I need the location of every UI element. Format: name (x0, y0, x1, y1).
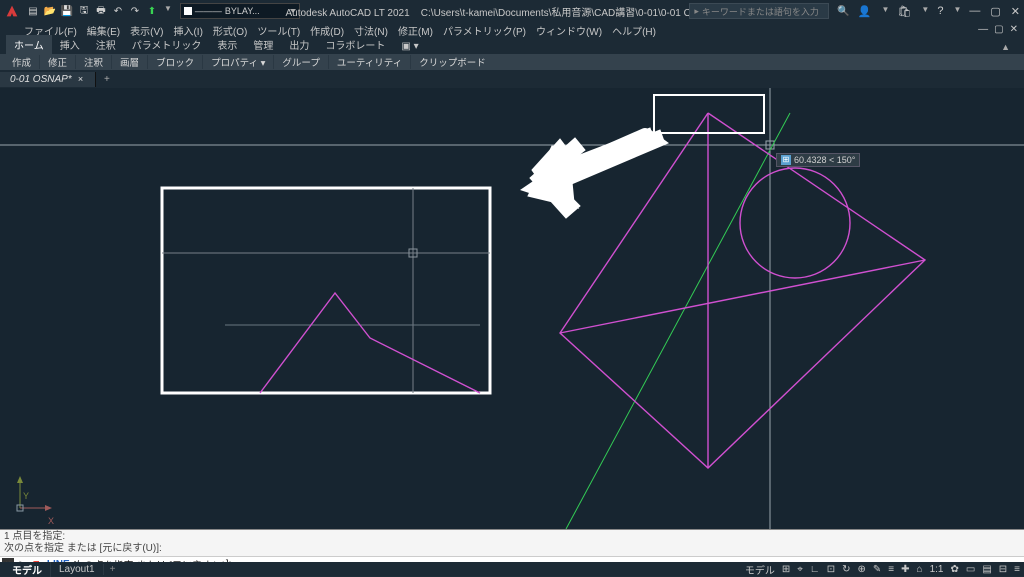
tab-view[interactable]: 表示 (209, 35, 245, 54)
layer-caret-icon (290, 9, 296, 13)
doc-tab-label: 0-01 OSNAP* (10, 74, 72, 85)
window-controls: — ▢ ✕ (969, 5, 1020, 18)
ribbon-tabs: ホーム 挿入 注釈 パラメトリック 表示 管理 出力 コラボレート ▣ ▾ ▲ (0, 38, 1024, 54)
status-qs-icon[interactable]: ⌂ (917, 564, 923, 575)
doc-tab-close-icon[interactable]: × (78, 74, 83, 84)
command-area: 1 点目を指定: 次の点を指定 または [元に戻す(U)]: × ➤ 🔻 LIN… (0, 529, 1024, 562)
ribbon-collapse-icon[interactable]: ▲ (993, 40, 1018, 54)
panel-groups[interactable]: グループ (274, 55, 328, 69)
search-icon[interactable]: 🔍 (837, 6, 849, 17)
panel-annotation[interactable]: 注釈 (76, 55, 112, 69)
status-grid-icon[interactable]: ⊞ (782, 564, 790, 575)
tab-addin-icon[interactable]: ▣ ▾ (393, 39, 426, 54)
layer-dash: ——— (195, 6, 222, 16)
panel-modify[interactable]: 修正 (40, 55, 76, 69)
status-lw-icon[interactable]: ≡ (888, 564, 894, 575)
ucs-x-label: X (48, 516, 54, 526)
doc-tab-active[interactable]: 0-01 OSNAP* × (0, 72, 96, 87)
panel-draw[interactable]: 作成 (4, 55, 40, 69)
tab-collaborate[interactable]: コラボレート (317, 35, 393, 54)
doc-minimize-button[interactable]: — (978, 24, 988, 35)
qat-saveas-icon[interactable]: 🖫 (77, 4, 91, 18)
search-placeholder: キーワードまたは語句を入力 (702, 5, 819, 18)
status-bar: モデル Layout1 + モデル ⊞ ⌖ ∟ ⊡ ↻ ⊕ ✎ ≡ ✚ ⌂ 1:… (0, 562, 1024, 576)
tab-output[interactable]: 出力 (281, 35, 317, 54)
status-model-button[interactable]: モデル (745, 562, 775, 577)
status-clean-icon[interactable]: ⊟ (999, 564, 1007, 575)
menu-window[interactable]: ウィンドウ(W) (536, 23, 602, 38)
doc-tab-add-button[interactable]: + (96, 74, 118, 85)
close-button[interactable]: ✕ (1011, 5, 1020, 18)
layer-name: BYLAY... (225, 6, 260, 16)
panel-block[interactable]: ブロック (148, 55, 203, 69)
menu-modify[interactable]: 修正(M) (398, 23, 433, 38)
status-iso-icon[interactable]: ↻ (842, 564, 850, 575)
panel-properties[interactable]: プロパティ ▾ (203, 55, 274, 69)
title-bar: ▤ 📂 💾 🖫 🖶 ↶ ↷ ⬆ ▼ ——— BYLAY... Autodesk … (0, 0, 1024, 22)
status-anno-icon[interactable]: ✎ (873, 564, 881, 575)
panel-clipboard[interactable]: クリップボード (411, 55, 494, 69)
tab-parametric[interactable]: パラメトリック (124, 35, 210, 54)
layer-dropdown[interactable]: ——— BYLAY... (180, 3, 300, 19)
search-input[interactable]: ▸ キーワードまたは語句を入力 (689, 3, 829, 19)
status-custom-icon[interactable]: ≡ (1014, 564, 1020, 575)
document-tabs: 0-01 OSNAP* × + (0, 70, 1024, 88)
signin-icon[interactable]: 👤 (858, 5, 872, 18)
tab-manage[interactable]: 管理 (245, 35, 281, 54)
status-gear-icon[interactable]: ✿ (950, 564, 958, 575)
doc-maximize-button[interactable]: ▢ (994, 24, 1003, 35)
signin-caret-icon[interactable]: ▼ (882, 5, 890, 18)
menu-parametric[interactable]: パラメトリック(P) (443, 23, 526, 38)
status-osnap-icon[interactable]: ⊕ (858, 564, 866, 575)
minimize-button[interactable]: — (969, 5, 980, 18)
status-monitor-icon[interactable]: ▤ (982, 564, 991, 575)
status-scale-button[interactable]: 1:1 (930, 564, 944, 575)
menu-help[interactable]: ヘルプ(H) (612, 23, 656, 38)
qat-dropdown-icon[interactable]: ▼ (164, 4, 172, 18)
ribbon-panels: 作成 修正 注釈 画層 ブロック プロパティ ▾ グループ ユーティリティ クリ… (0, 54, 1024, 70)
ucs-y-label: Y (23, 491, 29, 501)
qat-save-icon[interactable]: 💾 (60, 4, 74, 18)
qat-redo-icon[interactable]: ↷ (128, 4, 142, 18)
tab-home[interactable]: ホーム (6, 35, 52, 54)
status-trans-icon[interactable]: ✚ (901, 564, 909, 575)
status-ortho-icon[interactable]: ∟ (810, 564, 820, 575)
cursor-tooltip: ⊞ 60.4328 < 150° (776, 153, 860, 167)
maximize-button[interactable]: ▢ (990, 5, 1000, 18)
cmd-hist-line-1: 1 点目を指定: (4, 531, 1020, 543)
qat-new-icon[interactable]: ▤ (26, 4, 40, 18)
cmd-hist-line-2: 次の点を指定 または [元に戻す(U)]: (4, 543, 1020, 555)
status-right-icons: モデル ⊞ ⌖ ∟ ⊡ ↻ ⊕ ✎ ≡ ✚ ⌂ 1:1 ✿ ▭ ▤ ⊟ ≡ (745, 562, 1020, 577)
drawing-canvas[interactable]: ⊞ 60.4328 < 150° Y X (0, 88, 1024, 529)
status-polar-icon[interactable]: ⊡ (827, 564, 835, 575)
qat-share-icon[interactable]: ⬆ (145, 4, 159, 18)
tab-annotate[interactable]: 注釈 (88, 35, 124, 54)
qat-open-icon[interactable]: 📂 (43, 4, 57, 18)
app-logo[interactable] (4, 3, 20, 19)
quick-access-toolbar: ▤ 📂 💾 🖫 🖶 ↶ ↷ ⬆ ▼ (26, 4, 172, 18)
tab-insert[interactable]: 挿入 (52, 35, 88, 54)
panel-utilities[interactable]: ユーティリティ (329, 55, 411, 69)
layout-tab-add-button[interactable]: + (104, 564, 122, 575)
help-caret-icon[interactable]: ▼ (953, 5, 961, 18)
tooltip-icon: ⊞ (781, 155, 791, 165)
tooltip-text: 60.4328 < 150° (794, 155, 855, 165)
doc-close-button[interactable]: ✕ (1010, 24, 1018, 35)
drawing-svg (0, 88, 1024, 529)
qat-print-icon[interactable]: 🖶 (94, 4, 108, 18)
layer-swatch-icon (184, 7, 192, 15)
qat-undo-icon[interactable]: ↶ (111, 4, 125, 18)
help-icon[interactable]: ? (937, 5, 943, 18)
appstore-icon[interactable]: 🛍 (897, 5, 911, 18)
status-snap-icon[interactable]: ⌖ (797, 564, 803, 575)
layout-tab-layout1[interactable]: Layout1 (51, 564, 104, 575)
appstore-caret-icon[interactable]: ▼ (921, 5, 929, 18)
status-ws-icon[interactable]: ▭ (966, 564, 975, 575)
panel-layers[interactable]: 画層 (112, 55, 148, 69)
layout-tab-model[interactable]: モデル (4, 562, 51, 577)
command-history: 1 点目を指定: 次の点を指定 または [元に戻す(U)]: (0, 530, 1024, 557)
